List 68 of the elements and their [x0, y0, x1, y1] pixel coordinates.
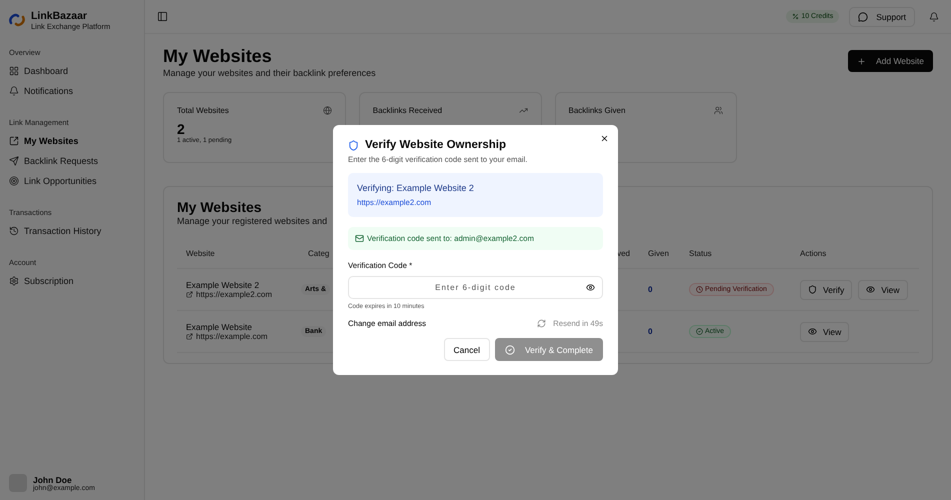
target-icon — [9, 176, 19, 186]
check-circle-icon — [504, 344, 515, 354]
nav-item[interactable]: Dashboard — [9, 61, 68, 81]
website-url[interactable]: https://example.com — [186, 332, 268, 341]
external-link-icon — [186, 291, 193, 298]
card-subtitle: Manage your registered websites and — [177, 216, 328, 226]
column-header: ved — [617, 248, 630, 258]
globe-icon — [322, 106, 332, 115]
notifications-icon[interactable] — [929, 12, 939, 22]
add-website-button[interactable]: Add Website — [848, 50, 933, 72]
clock-icon — [696, 286, 703, 293]
history-icon — [9, 226, 19, 236]
code-input-field[interactable]: Enter 6-digit code — [348, 276, 603, 299]
chat-icon — [858, 12, 868, 22]
website-name: Example Website 2 — [186, 280, 260, 290]
support-button[interactable]: Support — [849, 6, 915, 26]
column-header: Status — [689, 248, 712, 258]
dialog-title: Verify Website Ownership — [365, 139, 506, 151]
grid-icon — [9, 66, 19, 76]
column-header: Categ — [308, 248, 330, 258]
given-count: 0 — [648, 285, 652, 294]
stat-value: 2 — [177, 121, 186, 137]
plus-icon — [856, 56, 866, 66]
external-link-icon — [9, 136, 19, 146]
given-count: 0 — [648, 327, 652, 336]
bell-icon — [9, 86, 19, 96]
stat-title: Backlinks Given — [568, 106, 626, 115]
eye-icon[interactable] — [586, 283, 595, 292]
stat-title: Total Websites — [177, 106, 229, 115]
nav-item[interactable]: Link Opportunities — [9, 171, 97, 191]
nav-item[interactable]: Transaction History — [9, 221, 102, 241]
refresh-icon — [537, 319, 546, 328]
sidebar-toggle-icon[interactable] — [157, 11, 168, 22]
nav-item[interactable]: Subscription — [9, 271, 74, 291]
external-link-icon — [186, 333, 193, 340]
mail-icon — [355, 234, 364, 243]
send-icon — [9, 156, 19, 166]
users-icon — [714, 106, 724, 115]
column-header: Given — [648, 248, 669, 258]
shield-icon — [808, 285, 817, 294]
website-url[interactable]: https://example2.com — [186, 290, 272, 299]
nav-item[interactable]: My Websites — [9, 131, 78, 151]
card-title: My Websites — [177, 199, 262, 215]
stat-title: Backlinks Received — [372, 106, 442, 115]
nav-item[interactable]: Backlink Requests — [9, 151, 98, 171]
view-button[interactable]: View — [858, 280, 908, 300]
page-subtitle: Manage your websites and their backlink preferences — [163, 68, 376, 78]
brand-name: LinkBazaar — [31, 10, 88, 22]
eye-icon — [866, 285, 876, 294]
percent-icon — [792, 13, 800, 20]
page-title: My Websites — [163, 46, 273, 67]
user-name: John Doe — [33, 474, 72, 484]
logo-icon — [9, 13, 25, 27]
close-button[interactable] — [600, 134, 609, 143]
settings-icon — [9, 276, 19, 286]
cancel-button[interactable]: Cancel — [444, 338, 490, 361]
trending-up-icon — [518, 106, 528, 115]
check-circle-icon — [696, 328, 703, 335]
shield-icon — [348, 140, 359, 150]
view-button[interactable]: View — [800, 322, 850, 342]
verifying-site-name: Verifying: Example Website 2 — [357, 183, 475, 193]
website-name: Example Website — [186, 322, 253, 332]
close-icon — [600, 134, 609, 143]
column-header: Website — [186, 248, 215, 258]
verify-button[interactable]: Verify — [800, 280, 852, 300]
column-header: Actions — [800, 248, 826, 258]
eye-icon — [808, 327, 817, 336]
nav-item[interactable]: Notifications — [9, 81, 74, 101]
